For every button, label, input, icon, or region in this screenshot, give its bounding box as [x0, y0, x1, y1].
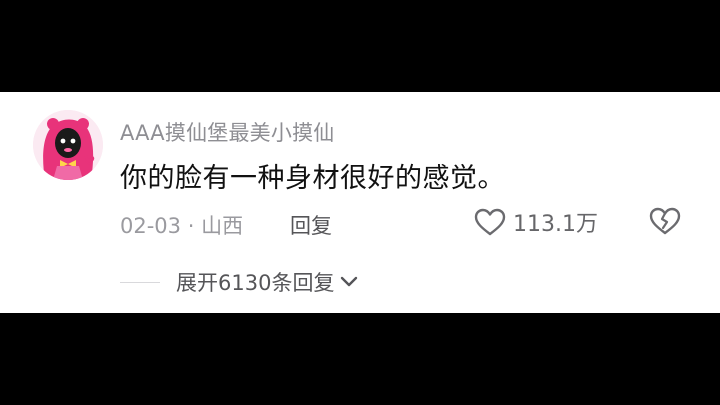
like-count: 113.1万	[513, 212, 598, 237]
comment-date: 02-03	[120, 214, 182, 238]
heart-outline-icon	[474, 208, 506, 236]
chevron-down-icon	[341, 276, 358, 287]
comment-item: AAA摸仙堡最美小摸仙 你的脸有一种身材很好的感觉。 02-03 · 山西 回复…	[0, 92, 720, 313]
reply-button[interactable]: 回复	[290, 210, 332, 240]
avatar-image	[33, 110, 103, 180]
meta-separator: ·	[187, 214, 195, 238]
broken-heart-icon	[649, 207, 681, 235]
comment-meta: 02-03 · 山西	[120, 210, 243, 240]
divider-line	[120, 281, 160, 283]
comment-location: 山西	[201, 214, 244, 238]
username[interactable]: AAA摸仙堡最美小摸仙	[120, 117, 334, 147]
expand-replies-button[interactable]: 展开6130条回复	[120, 267, 358, 297]
like-button[interactable]: 113.1万	[473, 204, 598, 240]
letterbox-bottom	[0, 313, 720, 405]
avatar[interactable]	[33, 110, 103, 180]
expand-replies-label: 展开6130条回复	[176, 271, 335, 295]
dislike-button[interactable]	[648, 206, 682, 240]
comment-text: 你的脸有一种身材很好的感觉。	[120, 163, 505, 194]
letterbox-top	[0, 0, 720, 92]
